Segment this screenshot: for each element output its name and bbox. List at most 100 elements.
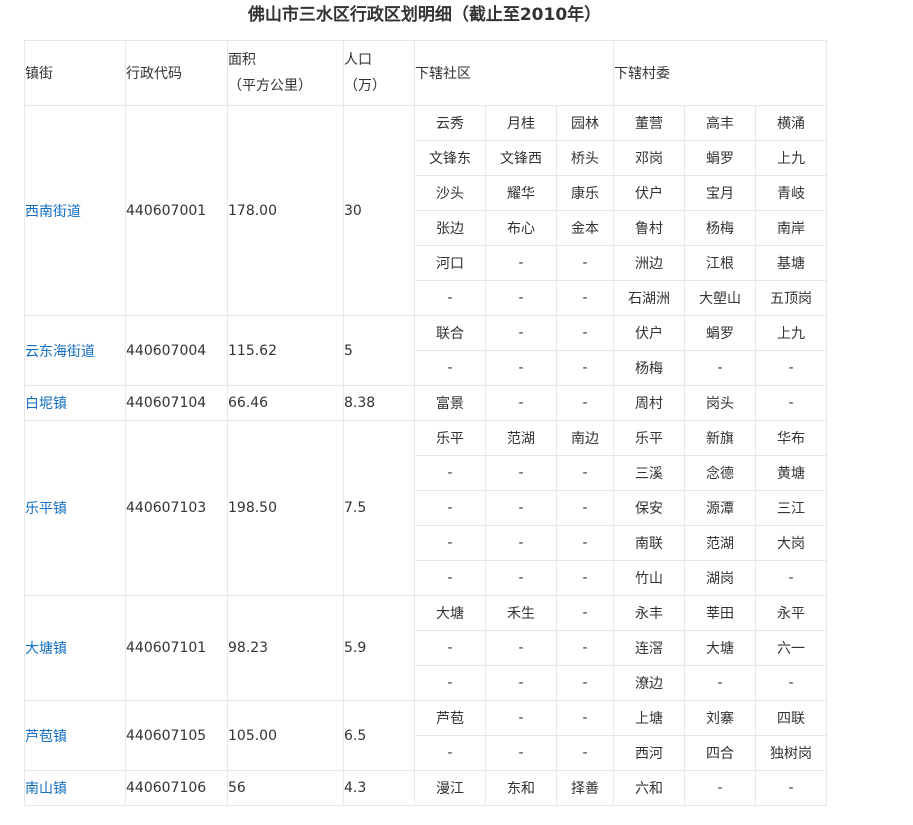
community-cell: - [556, 245, 614, 281]
community-cell: 云秀 [414, 105, 486, 141]
header-population-label: 人口 [344, 52, 373, 68]
area-value: 66.46 [227, 385, 344, 421]
community-cell: 康乐 [556, 175, 614, 211]
community-cell: 芦苞 [414, 700, 486, 736]
header-area-unit: （平方公里） [228, 78, 313, 94]
village-cell: 上九 [755, 315, 827, 351]
town-name-link[interactable]: 大塘镇 [24, 595, 126, 701]
village-cell: 永平 [755, 595, 827, 631]
village-cell: 念德 [684, 455, 756, 491]
header-population-unit: （万） [344, 78, 387, 94]
community-cell: 河口 [414, 245, 486, 281]
table-row: 乐平镇 440607103 198.50 7.5 乐平 范湖 南边 乐平 新旗 华布 [24, 420, 827, 596]
town-name-link[interactable]: 白坭镇 [24, 385, 126, 421]
village-cell: 青岐 [755, 175, 827, 211]
area-value: 105.00 [227, 700, 344, 771]
community-cell: - [556, 350, 614, 386]
community-cell: - [485, 560, 557, 596]
community-cell: - [556, 490, 614, 526]
community-cell: - [414, 560, 486, 596]
village-cell: 黄塘 [755, 455, 827, 491]
village-cell: 新旗 [684, 420, 756, 456]
community-cell: - [414, 665, 486, 701]
table-row: 西南街道 440607001 178.00 30 云秀 月桂 园林 董营 高丰 横涌 [24, 105, 827, 316]
community-cell: - [485, 665, 557, 701]
village-cell: - [684, 665, 756, 701]
town-name-link[interactable]: 乐平镇 [24, 420, 126, 596]
area-value: 115.62 [227, 315, 344, 386]
village-cell: 南联 [613, 525, 685, 561]
village-cell: 莘田 [684, 595, 756, 631]
community-cell: - [414, 735, 486, 771]
community-cell: - [414, 350, 486, 386]
village-cell: - [755, 350, 827, 386]
community-cell: 张边 [414, 210, 486, 246]
village-cell: 上塘 [613, 700, 685, 736]
population-value: 8.38 [343, 385, 415, 421]
village-cell: 高丰 [684, 105, 756, 141]
table-row: 芦苞镇 440607105 105.00 6.5 芦苞 - - 上塘 刘寨 四联 [24, 700, 827, 771]
community-cell: 耀华 [485, 175, 557, 211]
population-value: 5 [343, 315, 415, 386]
town-name-link[interactable]: 芦苞镇 [24, 700, 126, 771]
community-cell: - [556, 315, 614, 351]
village-cell: 杨梅 [684, 210, 756, 246]
header-code: 行政代码 [125, 40, 228, 106]
table-header: 镇街 行政代码 面积 （平方公里） 人口 （万） 下辖社区 下辖村委 [24, 40, 827, 106]
village-cell: 三溪 [613, 455, 685, 491]
community-cell: 大塘 [414, 595, 486, 631]
community-cell: - [485, 315, 557, 351]
table-row: 白坭镇 440607104 66.46 8.38 富景 - - 周村 岗头 - [24, 385, 827, 421]
header-population: 人口 （万） [343, 40, 415, 106]
community-cell: - [556, 665, 614, 701]
village-cell: 乐平 [613, 420, 685, 456]
village-cell: 四合 [684, 735, 756, 771]
community-cell: 布心 [485, 210, 557, 246]
village-cell: 伏户 [613, 175, 685, 211]
village-cell: 洲边 [613, 245, 685, 281]
community-cell: - [414, 525, 486, 561]
village-cell: - [755, 770, 827, 806]
village-cell: 源潭 [684, 490, 756, 526]
village-cell: 四联 [755, 700, 827, 736]
community-cell: 富景 [414, 385, 486, 421]
population-value: 5.9 [343, 595, 415, 701]
village-cell: 范湖 [684, 525, 756, 561]
community-cell: - [485, 700, 557, 736]
village-cell: 邓岗 [613, 140, 685, 176]
town-name-link[interactable]: 西南街道 [24, 105, 126, 316]
page-title: 佛山市三水区行政区划明细（截止至2010年） [247, 5, 602, 25]
town-name-link[interactable]: 南山镇 [24, 770, 126, 806]
village-cell: 杨梅 [613, 350, 685, 386]
header-communities: 下辖社区 [414, 40, 614, 106]
village-cell: 保安 [613, 490, 685, 526]
population-value: 7.5 [343, 420, 415, 596]
community-cell: - [485, 455, 557, 491]
village-cell: 大塱山 [684, 280, 756, 316]
village-cell: 永丰 [613, 595, 685, 631]
community-cell: 禾生 [485, 595, 557, 631]
village-cell: 西河 [613, 735, 685, 771]
village-cell: - [755, 560, 827, 596]
village-cell: - [684, 350, 756, 386]
area-value: 56 [227, 770, 344, 806]
admin-code: 440607104 [125, 385, 228, 421]
village-cell: 潦边 [613, 665, 685, 701]
area-value: 98.23 [227, 595, 344, 701]
town-name-link[interactable]: 云东海街道 [24, 315, 126, 386]
community-cell: - [485, 350, 557, 386]
village-cell: 大塘 [684, 630, 756, 666]
community-cell: - [556, 735, 614, 771]
village-cell: 连滘 [613, 630, 685, 666]
header-town: 镇街 [24, 40, 126, 106]
community-cell: - [414, 455, 486, 491]
admin-code: 440607101 [125, 595, 228, 701]
village-cell: 蜎罗 [684, 140, 756, 176]
community-cell: - [556, 560, 614, 596]
village-cell: 石湖洲 [613, 280, 685, 316]
community-cell: 东和 [485, 770, 557, 806]
village-cell: 竹山 [613, 560, 685, 596]
village-cell: 刘寨 [684, 700, 756, 736]
village-cell: 鲁村 [613, 210, 685, 246]
community-cell: - [414, 630, 486, 666]
